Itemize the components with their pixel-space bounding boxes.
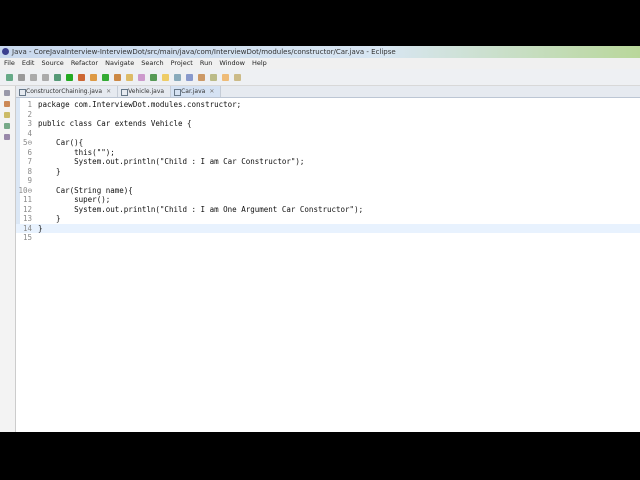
code-editor[interactable]: 1 package com.InterviewDot.modules.constr… xyxy=(16,98,640,432)
line-number: 14 xyxy=(22,223,32,233)
code-text: this(""); xyxy=(38,147,115,157)
view-icon[interactable] xyxy=(4,112,10,118)
code-line[interactable]: 13 } xyxy=(16,214,640,224)
tab-label: Vehicle.java xyxy=(128,88,165,95)
toolbar-button-icon[interactable] xyxy=(126,73,133,81)
view-icon[interactable] xyxy=(4,101,10,107)
toolbar-button-icon[interactable] xyxy=(90,73,97,81)
view-icon[interactable] xyxy=(4,134,10,140)
toolbar-button-icon[interactable] xyxy=(162,73,169,81)
java-file-icon xyxy=(121,89,129,96)
line-number: 15 xyxy=(22,233,32,242)
toolbar-button-icon[interactable] xyxy=(42,73,49,81)
line-number: 6 xyxy=(27,147,32,157)
code-line[interactable]: 15 xyxy=(16,233,640,243)
menu-navigate[interactable]: Navigate xyxy=(105,58,134,69)
tab-car[interactable]: Car.java ✕ xyxy=(171,86,222,97)
line-number: 8 xyxy=(27,166,32,176)
toolbar-button-icon[interactable] xyxy=(66,73,73,81)
line-number: 13 xyxy=(22,214,32,223)
line-number: 4 xyxy=(27,128,32,138)
close-icon[interactable]: ✕ xyxy=(209,88,214,95)
toolbar-button-icon[interactable] xyxy=(78,73,85,81)
toolbar-button-icon[interactable] xyxy=(210,73,217,81)
tab-label: ConstructorChaining.java xyxy=(26,88,103,95)
close-icon[interactable]: ✕ xyxy=(106,88,111,95)
code-line[interactable]: 3 public class Car extends Vehicle { xyxy=(16,119,640,129)
code-text: } xyxy=(38,214,61,223)
menu-run[interactable]: Run xyxy=(200,58,212,69)
menu-refactor[interactable]: Refactor xyxy=(71,58,98,69)
code-text: super(); xyxy=(38,195,111,204)
code-text: } xyxy=(38,166,61,176)
menu-bar: File Edit Source Refactor Navigate Search Proj… xyxy=(0,58,640,69)
line-number: 3 xyxy=(27,119,32,128)
code-text: Car(String name){ xyxy=(38,185,133,195)
code-line[interactable]: 5⊖ Car(){ xyxy=(16,138,640,148)
menu-file[interactable]: File xyxy=(4,58,15,69)
line-number: 10⊖ xyxy=(18,185,32,195)
code-line[interactable]: 10⊖ Car(String name){ xyxy=(16,186,640,196)
tab-constructorchaining[interactable]: ConstructorChaining.java ✕ xyxy=(16,86,119,97)
code-line[interactable]: 7 System.out.println("Child : I am Car C… xyxy=(16,157,640,167)
line-number: 12 xyxy=(22,204,32,214)
toolbar-button-icon[interactable] xyxy=(150,73,157,81)
code-text: package com.InterviewDot.modules.constru… xyxy=(38,100,242,109)
java-file-icon xyxy=(19,89,26,96)
code-line[interactable]: 6 this(""); xyxy=(16,148,640,158)
line-number: 7 xyxy=(27,157,32,166)
menu-help[interactable]: Help xyxy=(252,58,267,69)
toolbar-button-icon[interactable] xyxy=(114,73,121,81)
toolbar-button-icon[interactable] xyxy=(138,73,145,81)
code-text: System.out.println("Child : I am Car Con… xyxy=(38,157,305,166)
code-line[interactable]: 14} xyxy=(16,223,640,233)
toolbar-button-icon[interactable] xyxy=(6,73,13,81)
line-number: 5⊖ xyxy=(22,138,32,147)
window-title: Java - CoreJavaInterview-InterviewDot/sr… xyxy=(12,48,396,56)
code-text: } xyxy=(38,223,43,233)
toolbar-button-icon[interactable] xyxy=(198,73,205,81)
toolbar-button-icon[interactable] xyxy=(186,73,193,81)
eclipse-window: Java - CoreJavaInterview-InterviewDot/sr… xyxy=(0,46,640,432)
view-icon[interactable] xyxy=(4,90,10,96)
code-line[interactable]: 11 super(); xyxy=(16,195,640,205)
menu-source[interactable]: Source xyxy=(41,58,63,69)
tab-vehicle[interactable]: Vehicle.java xyxy=(118,86,172,97)
eclipse-icon xyxy=(2,48,9,55)
toolbar-button-icon[interactable] xyxy=(18,73,25,81)
code-text: System.out.println("Child : I am One Arg… xyxy=(38,204,364,214)
code-line[interactable]: 12 System.out.println("Child : I am One … xyxy=(16,205,640,215)
line-number: 2 xyxy=(27,109,32,119)
view-icon[interactable] xyxy=(4,123,10,129)
code-line[interactable]: 4 xyxy=(16,129,640,139)
left-trim xyxy=(0,86,16,432)
menu-project[interactable]: Project xyxy=(171,58,193,69)
code-line[interactable]: 1 package com.InterviewDot.modules.constr… xyxy=(16,100,640,110)
menu-search[interactable]: Search xyxy=(141,58,163,69)
java-file-icon xyxy=(174,89,182,96)
code-line[interactable]: 9 xyxy=(16,176,640,186)
title-bar: Java - CoreJavaInterview-InterviewDot/sr… xyxy=(0,46,640,58)
menu-edit[interactable]: Edit xyxy=(22,58,35,69)
line-number: 9 xyxy=(27,176,32,185)
toolbar-button-icon[interactable] xyxy=(102,73,109,81)
toolbar-button-icon[interactable] xyxy=(174,73,181,81)
code-line[interactable]: 2 xyxy=(16,110,640,120)
toolbar xyxy=(0,69,640,86)
toolbar-button-icon[interactable] xyxy=(54,73,61,81)
code-line[interactable]: 8 } xyxy=(16,167,640,177)
menu-window[interactable]: Window xyxy=(219,58,245,69)
toolbar-button-icon[interactable] xyxy=(30,73,37,81)
toolbar-button-icon[interactable] xyxy=(234,73,241,81)
tab-label: Car.java xyxy=(181,88,206,95)
toolbar-button-icon[interactable] xyxy=(222,73,229,81)
code-text: Car(){ xyxy=(38,138,84,147)
editor-tabs: ConstructorChaining.java ✕ Vehicle.java Car… xyxy=(16,86,640,98)
line-number: 11 xyxy=(22,195,32,204)
line-number: 1 xyxy=(27,100,32,109)
code-text: public class Car extends Vehicle { xyxy=(38,119,192,128)
